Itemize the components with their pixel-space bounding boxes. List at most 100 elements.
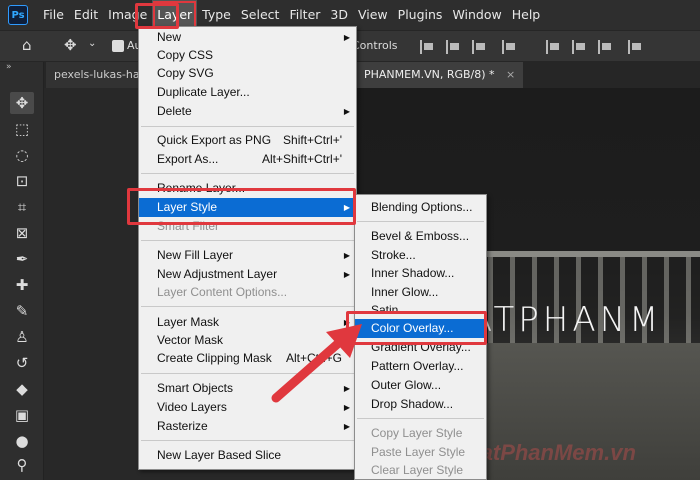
- menu-item-duplicate-layer[interactable]: Duplicate Layer...: [139, 83, 356, 102]
- menu-item-quick-export[interactable]: Quick Export as PNG Shift+Ctrl+': [139, 131, 356, 150]
- menu-item-copy-css[interactable]: Copy CSS: [139, 46, 356, 65]
- align-right-icon[interactable]: [472, 40, 486, 54]
- menu-separator: [357, 221, 484, 222]
- menu-item-label: Layer Content Options...: [157, 285, 288, 299]
- menu-item-label: Create Clipping Mask: [157, 351, 272, 365]
- gradient-tool-icon[interactable]: ▣: [10, 404, 34, 426]
- lasso-tool-icon[interactable]: ◌: [10, 144, 34, 166]
- menu-file[interactable]: File: [38, 0, 69, 30]
- brush-tool-icon[interactable]: ✎: [10, 300, 34, 322]
- move-tool-icon[interactable]: ✥: [64, 36, 77, 54]
- menu-item-label: Blending Options...: [371, 200, 473, 214]
- distribute-vertical-icon[interactable]: [628, 40, 642, 54]
- menu-item-label: Export As...: [157, 152, 219, 166]
- crop-tool-icon[interactable]: ⌗: [10, 196, 34, 218]
- menu-item-label: Quick Export as PNG: [157, 133, 272, 147]
- menu-separator: [141, 126, 354, 127]
- move-tool-icon[interactable]: ✥: [10, 92, 34, 114]
- menu-item-new-fill-layer[interactable]: New Fill Layer ▶: [139, 246, 356, 265]
- healing-brush-tool-icon[interactable]: ✚: [10, 274, 34, 296]
- menu-item-delete[interactable]: Delete ▶: [139, 102, 356, 121]
- home-icon[interactable]: ⌂: [22, 36, 32, 54]
- menu-item-blending-options[interactable]: Blending Options...: [355, 198, 486, 217]
- menu-item-new[interactable]: New ▶: [139, 28, 356, 47]
- menu-item-label: Paste Layer Style: [371, 445, 466, 459]
- menu-item-drop-shadow[interactable]: Drop Shadow...: [355, 395, 486, 414]
- marquee-tool-icon[interactable]: ⬚: [10, 118, 34, 140]
- menu-item-label: New Fill Layer: [157, 248, 234, 262]
- menu-item-label: Duplicate Layer...: [157, 85, 250, 99]
- submenu-arrow-icon: ▶: [343, 270, 350, 279]
- menu-item-inner-shadow[interactable]: Inner Shadow...: [355, 264, 486, 283]
- menu-item-label: Copy Layer Style: [371, 426, 463, 440]
- align-middle-icon[interactable]: [572, 40, 586, 54]
- menu-item-paste-layer-style: Paste Layer Style: [355, 443, 486, 462]
- menu-separator: [141, 240, 354, 241]
- menu-item-copy-svg[interactable]: Copy SVG: [139, 64, 356, 83]
- clone-stamp-tool-icon[interactable]: ♙: [10, 326, 34, 348]
- menu-item-new-layer-based-slice[interactable]: New Layer Based Slice: [139, 446, 356, 465]
- menu-item-label: Layer Mask: [157, 315, 220, 329]
- eyedropper-tool-icon[interactable]: ✒: [10, 248, 34, 270]
- align-center-icon[interactable]: [446, 40, 460, 54]
- menu-item-label: Inner Shadow...: [371, 266, 455, 280]
- object-select-tool-icon[interactable]: ⊡: [10, 170, 34, 192]
- submenu-arrow-icon: ▶: [343, 107, 350, 116]
- menu-help[interactable]: Help: [507, 0, 546, 30]
- menu-item-shortcut: Shift+Ctrl+': [283, 133, 342, 147]
- menu-item-label: New: [157, 30, 182, 44]
- show-transform-controls-label[interactable]: Controls: [352, 39, 398, 52]
- chevron-down-icon[interactable]: ⌄: [88, 38, 96, 49]
- eraser-tool-icon[interactable]: ◆: [10, 378, 34, 400]
- document-tab-2[interactable]: PHANMEM.VN, RGB/8) * ×: [356, 62, 524, 88]
- menu-item-rasterize[interactable]: Rasterize ▶: [139, 417, 356, 436]
- menu-item-new-adjustment-layer[interactable]: New Adjustment Layer ▶: [139, 265, 356, 284]
- close-icon[interactable]: ×: [506, 68, 515, 81]
- menu-item-label: Bevel & Emboss...: [371, 229, 470, 243]
- menu-item-label: Copy CSS: [157, 48, 214, 62]
- collapse-panel-icon[interactable]: »: [6, 62, 12, 72]
- menu-item-label: Copy SVG: [157, 66, 214, 80]
- menu-item-pattern-overlay[interactable]: Pattern Overlay...: [355, 357, 486, 376]
- menu-item-label: Inner Glow...: [371, 285, 439, 299]
- layer-menu-highlight-box: [135, 3, 179, 29]
- menu-item-bevel-emboss[interactable]: Bevel & Emboss...: [355, 227, 486, 246]
- menu-item-label: Rasterize: [157, 419, 208, 433]
- menu-item-label: Delete: [157, 104, 192, 118]
- menu-item-label: Drop Shadow...: [371, 397, 454, 411]
- document-tab-1[interactable]: pexels-lukas-har: [46, 62, 153, 88]
- menu-item-inner-glow[interactable]: Inner Glow...: [355, 283, 486, 302]
- menu-item-label: Video Layers: [157, 400, 227, 414]
- submenu-arrow-icon: ▶: [343, 251, 350, 260]
- menu-separator: [141, 306, 354, 307]
- menu-item-export-as[interactable]: Export As... Alt+Shift+Ctrl+': [139, 150, 356, 169]
- menu-item-stroke[interactable]: Stroke...: [355, 246, 486, 265]
- align-bottom-icon[interactable]: [598, 40, 612, 54]
- align-left-icon[interactable]: [420, 40, 434, 54]
- menu-item-label: New Layer Based Slice: [157, 448, 282, 462]
- menu-item-outer-glow[interactable]: Outer Glow...: [355, 376, 486, 395]
- dodge-tool-icon[interactable]: ⚲: [10, 454, 34, 476]
- submenu-arrow-icon: ▶: [343, 33, 350, 42]
- menu-item-layer-content-options: Layer Content Options...: [139, 283, 356, 302]
- submenu-arrow-icon: ▶: [343, 422, 350, 431]
- photoshop-logo-icon: Ps: [8, 5, 28, 25]
- frame-tool-icon[interactable]: ⊠: [10, 222, 34, 244]
- document-tab-2-label: PHANMEM.VN, RGB/8) *: [364, 68, 495, 81]
- tools-panel: » ✥ ⬚ ◌ ⊡ ⌗ ⊠ ✒ ✚ ✎ ♙ ↺ ◆ ▣ ● ⚲: [0, 62, 44, 480]
- menu-item-label: Outer Glow...: [371, 378, 442, 392]
- history-brush-tool-icon[interactable]: ↺: [10, 352, 34, 374]
- menu-plugins[interactable]: Plugins: [393, 0, 448, 30]
- menu-window[interactable]: Window: [447, 0, 506, 30]
- menu-item-copy-layer-style: Copy Layer Style: [355, 424, 486, 443]
- distribute-icon[interactable]: [502, 40, 516, 54]
- menu-separator: [141, 173, 354, 174]
- blur-tool-icon[interactable]: ●: [10, 430, 34, 452]
- menu-item-label: Pattern Overlay...: [371, 359, 464, 373]
- menu-item-label: New Adjustment Layer: [157, 267, 278, 281]
- menu-item-label: Smart Objects: [157, 381, 234, 395]
- menu-edit[interactable]: Edit: [69, 0, 103, 30]
- menu-view[interactable]: View: [353, 0, 393, 30]
- auto-select-checkbox[interactable]: [112, 40, 124, 52]
- align-top-icon[interactable]: [546, 40, 560, 54]
